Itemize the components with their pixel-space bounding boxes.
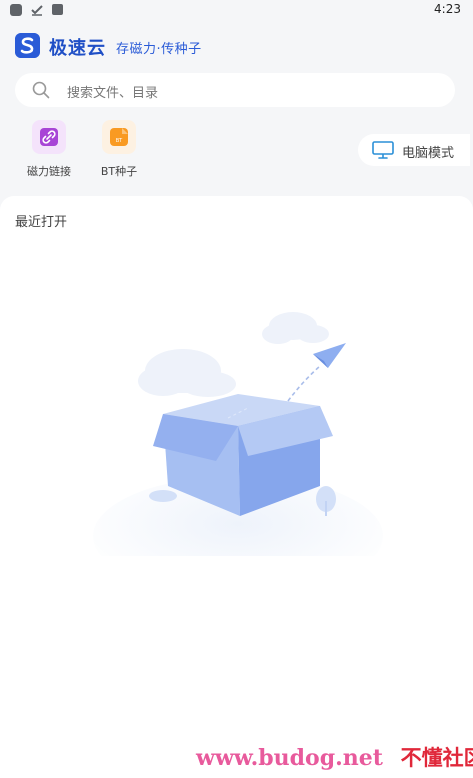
bt-torrent-icon-wrap: BT	[102, 120, 136, 154]
search-icon	[32, 81, 50, 99]
monitor-icon	[372, 141, 394, 159]
app-name: 极速云	[49, 38, 106, 59]
watermark-text: 不懂社区	[400, 746, 473, 770]
bt-torrent-label: BT种子	[100, 165, 138, 178]
app-logo-icon	[15, 33, 40, 58]
magnet-link-label: 磁力链接	[27, 165, 71, 178]
checkmark-icon	[31, 5, 43, 16]
recent-title: 最近打开	[15, 215, 68, 230]
bt-file-icon: BT	[110, 128, 128, 146]
magnet-link-button[interactable]: 磁力链接	[14, 120, 84, 182]
svg-text:BT: BT	[116, 138, 123, 144]
bt-torrent-button[interactable]: BT BT种子	[84, 120, 154, 182]
status-bar: 4:23	[0, 0, 473, 22]
magnet-link-icon-wrap	[32, 120, 66, 154]
app-header: 极速云 存磁力·传种子	[0, 26, 473, 66]
pc-mode-button[interactable]: 电脑模式	[358, 134, 470, 166]
watermark: www.budog.net 不懂社区	[196, 742, 473, 772]
search-placeholder: 搜索文件、目录	[67, 86, 159, 101]
pc-mode-label: 电脑模式	[402, 146, 455, 161]
watermark-url: www.budog.net	[196, 745, 383, 771]
app-notification-icon	[10, 4, 22, 16]
status-time: 4:23	[434, 2, 461, 16]
recent-panel: 最近打开	[0, 196, 473, 778]
app-slogan: 存磁力·传种子	[116, 42, 202, 57]
font-notification-icon	[52, 4, 63, 15]
link-icon	[40, 128, 58, 146]
search-input[interactable]: 搜索文件、目录	[15, 73, 455, 107]
empty-box-illustration	[93, 312, 383, 556]
